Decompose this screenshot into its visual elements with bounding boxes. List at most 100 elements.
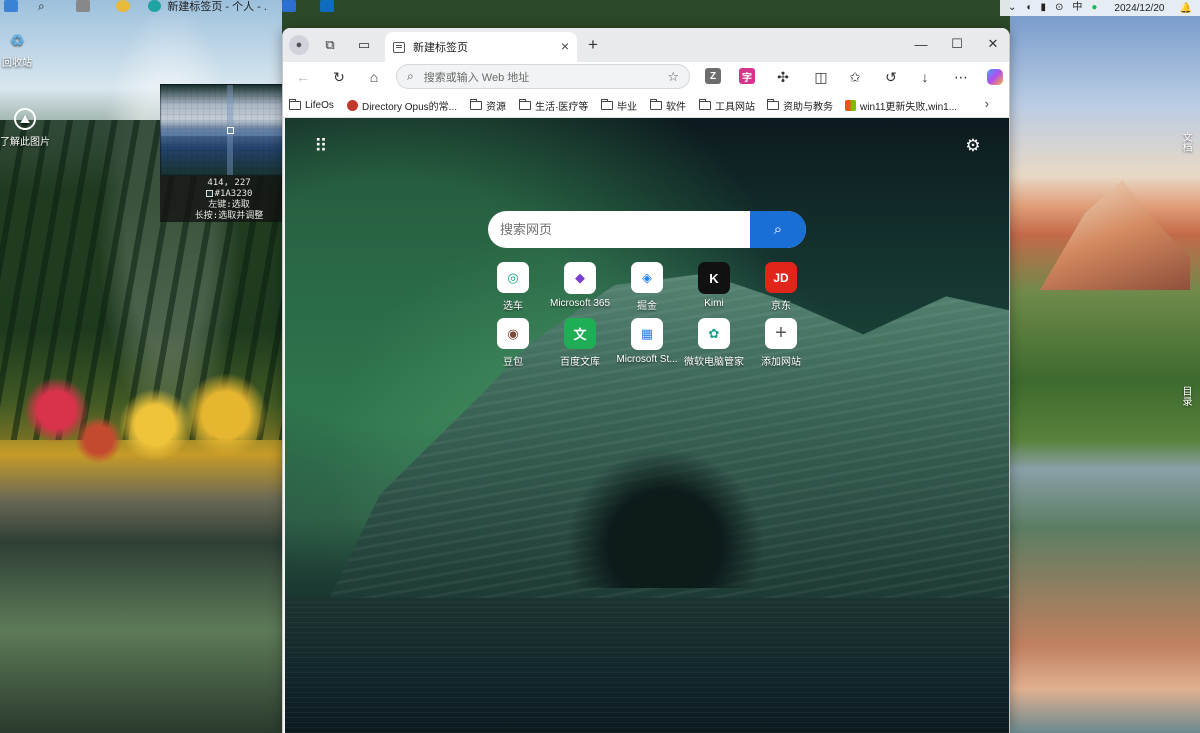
- color-picker-magnifier: [160, 84, 298, 176]
- add-site-tile[interactable]: + 添加网站: [746, 318, 816, 368]
- settings-more-button[interactable]: ⋯: [949, 65, 973, 89]
- app-launcher-button[interactable]: ⠿: [309, 134, 333, 158]
- quick-link-tile[interactable]: ◈ 掘金: [612, 262, 682, 312]
- desktop-icon-learn-picture[interactable]: ⛰ 了解此图片: [0, 108, 50, 148]
- bookmark-label: Directory Opus的常...: [362, 101, 458, 113]
- extension-glyph: Z: [709, 70, 717, 82]
- window-controls: — ☐ ✕: [903, 28, 1009, 62]
- quick-link-tile[interactable]: ◉ 豆包: [478, 318, 548, 368]
- more-bookmarks-button[interactable]: ›: [985, 96, 989, 111]
- bookmark-software[interactable]: 软件: [650, 96, 686, 114]
- bookmark-life-medical[interactable]: 生活·医疗等: [519, 96, 588, 114]
- quick-link-label: 京东: [771, 301, 791, 312]
- history-button[interactable]: ↺: [879, 65, 903, 89]
- folder-icon: [650, 98, 662, 110]
- quick-link-tile[interactable]: ▦ Microsoft St...: [612, 318, 682, 368]
- copilot-button[interactable]: [983, 65, 1007, 89]
- picker-hint-long-press: 长按:选取并调整: [194, 211, 264, 221]
- profile-avatar[interactable]: ●: [289, 35, 309, 55]
- green-app-icon[interactable]: ●: [1091, 2, 1097, 14]
- doubao-icon: ◉: [497, 318, 529, 350]
- grid-dots-icon: ⠿: [314, 136, 328, 156]
- favorites-button[interactable]: ✩: [843, 65, 867, 89]
- taskbar: ⌕ 新建标签页 - 个人 - ... ⌄ ◖ ▮ ⊙ 中 ● 2024/12/2…: [0, 0, 1200, 16]
- notification-bell-icon[interactable]: 🔔: [1179, 3, 1191, 14]
- quick-link-label: 微软电脑管家: [684, 357, 744, 368]
- taskbar-start-button[interactable]: [4, 0, 18, 12]
- minimize-button[interactable]: —: [903, 28, 939, 60]
- z-extension-icon[interactable]: Z: [705, 68, 721, 84]
- quick-link-tile[interactable]: ◆ Microsoft 365: [545, 262, 615, 312]
- split-screen-button[interactable]: ◫: [809, 65, 833, 89]
- bookmark-label: 软件: [666, 101, 686, 113]
- bookmark-label: win11更新失败,win1...: [860, 101, 958, 113]
- quick-link-tile[interactable]: JD 京东: [746, 262, 816, 312]
- refresh-button[interactable]: ↻: [327, 65, 351, 89]
- bookmark-resources[interactable]: 资源: [470, 96, 506, 114]
- close-tab-icon[interactable]: ×: [561, 38, 569, 54]
- bookmark-lifeos[interactable]: LifeOs: [289, 96, 334, 114]
- search-icon: ⌕: [38, 0, 45, 13]
- bookmark-directory-opus[interactable]: Directory Opus的常...: [347, 96, 457, 114]
- copilot-icon: [987, 69, 1003, 85]
- quick-link-tile[interactable]: ◎ 选车: [478, 262, 548, 312]
- tab-new-tab[interactable]: 新建标签页 ×: [385, 32, 577, 62]
- download-icon: ↓: [921, 69, 929, 85]
- desktop-side-label[interactable]: 文档: [1180, 132, 1191, 152]
- new-tab-button[interactable]: +: [582, 34, 604, 56]
- volume-icon[interactable]: ◖: [1025, 2, 1031, 14]
- network-icon[interactable]: ⊙: [1055, 2, 1063, 14]
- page-settings-button[interactable]: ⚙: [961, 134, 985, 158]
- taskbar-edge-window[interactable]: 新建标签页 - 个人 - ...: [148, 0, 268, 13]
- desktop-icon-recycle-bin[interactable]: ♻ 回收站: [2, 28, 32, 69]
- bookmark-label: 生活·医疗等: [535, 101, 589, 113]
- refresh-icon: ↻: [333, 68, 345, 85]
- chevron-down-icon[interactable]: ⌄: [1008, 2, 1016, 14]
- input-method-indicator[interactable]: 中: [1072, 2, 1082, 14]
- arrow-left-icon: ←: [296, 69, 310, 85]
- search-icon: ⌕: [407, 69, 414, 83]
- back-button[interactable]: ←: [291, 65, 315, 89]
- folder-icon: [470, 98, 482, 110]
- taskbar-app-1[interactable]: [76, 0, 90, 12]
- tab-actions-icon: ▭: [357, 37, 371, 52]
- web-search-button[interactable]: ⌕: [750, 211, 806, 248]
- workspaces-button[interactable]: ⧉: [319, 34, 341, 56]
- extensions-button[interactable]: ✣: [771, 65, 795, 89]
- wallpaper-mountain-lake: [1010, 0, 1200, 733]
- bookmark-graduation[interactable]: 毕业: [601, 96, 637, 114]
- bookmark-tool-sites[interactable]: 工具网站: [699, 96, 755, 114]
- taskbar-search-button[interactable]: ⌕: [38, 0, 45, 13]
- picker-color-hex: #1A3230: [214, 189, 253, 199]
- downloads-button[interactable]: ↓: [913, 65, 937, 89]
- battery-icon[interactable]: ▮: [1040, 2, 1046, 14]
- taskbar-app-2[interactable]: [116, 0, 130, 12]
- desktop-side-label[interactable]: 目录: [1180, 386, 1191, 406]
- color-swatch: [205, 190, 213, 197]
- tab-actions-button[interactable]: ▭: [353, 34, 375, 56]
- folder-icon: [289, 98, 301, 110]
- pink-extension-icon[interactable]: 字: [739, 68, 755, 84]
- tray-date[interactable]: 2024/12/20: [1114, 3, 1164, 14]
- address-bar[interactable]: ⌕ 搜索或输入 Web 地址 ☆: [396, 64, 690, 89]
- tab-strip: ● ⧉ ▭ 新建标签页 × + — ☐ ✕: [283, 28, 1009, 62]
- magnifier-center-pixel: [227, 127, 234, 134]
- home-button[interactable]: ⌂: [362, 65, 386, 89]
- tab-title: 新建标签页: [413, 42, 468, 54]
- bookmark-label: LifeOs: [305, 99, 334, 111]
- taskbar-outlook[interactable]: [320, 0, 334, 12]
- quick-link-tile[interactable]: K Kimi: [679, 262, 749, 312]
- bookmark-win11-update[interactable]: win11更新失败,win1...: [845, 96, 957, 114]
- maximize-button[interactable]: ☐: [939, 28, 975, 60]
- favorite-star-icon[interactable]: ☆: [667, 69, 679, 85]
- quick-link-label: 掘金: [637, 301, 657, 312]
- web-search-box: ⌕: [488, 211, 806, 248]
- baidu-wenku-icon: 文: [564, 318, 596, 350]
- close-window-button[interactable]: ✕: [975, 28, 1009, 60]
- web-search-input[interactable]: [488, 211, 750, 248]
- quick-link-label: Microsoft St...: [616, 354, 678, 365]
- quick-link-tile[interactable]: 文 百度文库: [545, 318, 615, 368]
- taskbar-store[interactable]: [282, 0, 296, 12]
- bookmark-aid-academic[interactable]: 资助与教务: [767, 96, 833, 114]
- quick-link-tile[interactable]: ✿ 微软电脑管家: [679, 318, 749, 368]
